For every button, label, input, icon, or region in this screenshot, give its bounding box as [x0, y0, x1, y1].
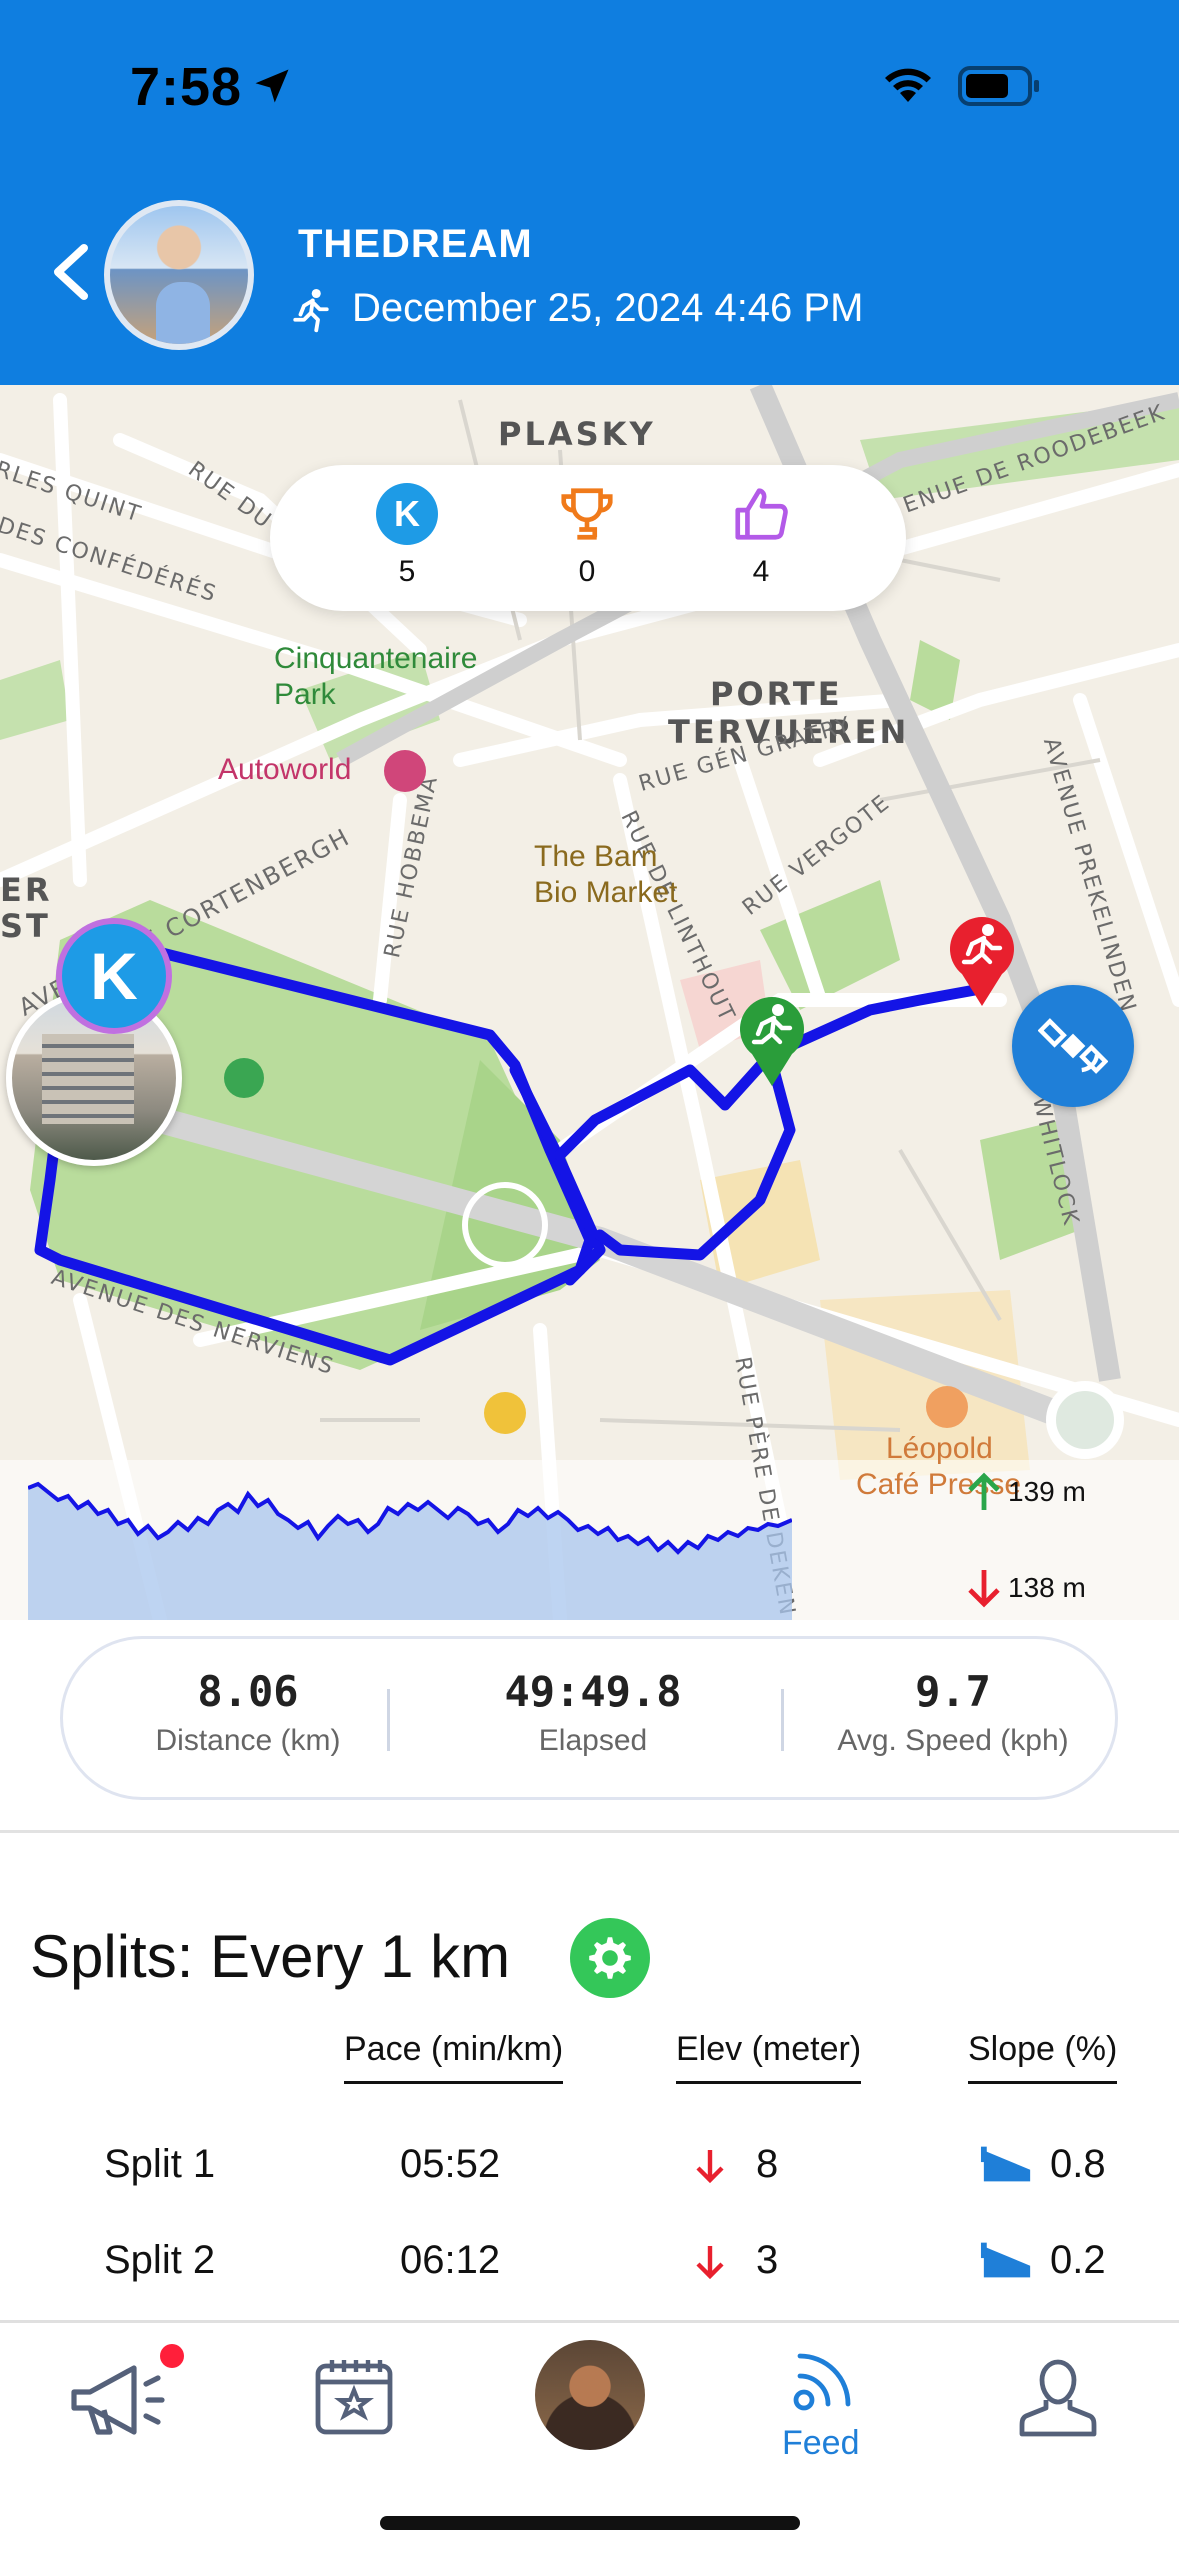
- feed-rss-icon[interactable]: [788, 2346, 858, 2416]
- activity-date: December 25, 2024 4:46 PM: [352, 286, 864, 330]
- elapsed-value: 49:49.8: [504, 1667, 682, 1716]
- location-arrow-icon: [255, 69, 289, 103]
- kudos-count: 5: [398, 555, 416, 588]
- map-stats-pill: K 5 0 4: [270, 465, 906, 611]
- profile-avatar-tab[interactable]: [535, 2340, 645, 2450]
- activity-header: 7:58 THEDREAM December 25, 2024 4:46 PM: [0, 0, 1179, 385]
- trophy-stat[interactable]: 0: [542, 483, 632, 589]
- calendar-star-icon[interactable]: [312, 2354, 396, 2438]
- tab-feed-label[interactable]: Feed: [782, 2424, 860, 2463]
- poi-autoworld[interactable]: Autoworld: [218, 753, 351, 787]
- splits-settings-button[interactable]: [570, 1918, 650, 1998]
- person-icon[interactable]: [1016, 2354, 1100, 2440]
- trophy-icon: [561, 488, 613, 540]
- elevation-high: 139 m: [1008, 1476, 1086, 1507]
- elapsed-label: Elapsed: [538, 1724, 648, 1757]
- user-avatar[interactable]: [104, 200, 254, 350]
- split-pace: 05:52: [400, 2142, 501, 2186]
- status-time: 7:58: [130, 57, 243, 117]
- route-map[interactable]: PLASKY PORTE TERVUEREN RLES QUINT RUE DU…: [0, 385, 1179, 1620]
- split-elev: 3: [756, 2238, 779, 2282]
- column-header-elev: Elev (meter): [676, 2030, 862, 2084]
- start-runner-pin-icon[interactable]: [732, 990, 812, 1090]
- trophy-count: 0: [578, 555, 596, 588]
- back-chevron-icon[interactable]: [48, 242, 92, 302]
- notification-dot: [160, 2344, 184, 2368]
- elevation-low: 138 m: [1008, 1572, 1086, 1603]
- distance-label: Distance (km): [155, 1724, 341, 1757]
- slope-down-icon: [980, 2242, 1031, 2278]
- split-row: Split 1 05:52 8 0.8: [0, 2142, 1179, 2222]
- elevation-down-arrow-icon: [696, 2246, 724, 2280]
- likes-stat[interactable]: 4: [716, 483, 806, 589]
- split-slope: 0.2: [1050, 2238, 1106, 2282]
- poi-barn-1[interactable]: The Barn: [534, 840, 657, 874]
- wifi-icon: [885, 68, 931, 102]
- thumbs-up-icon: [735, 488, 788, 540]
- megaphone-icon[interactable]: [66, 2356, 170, 2446]
- k-marker[interactable]: K: [56, 918, 172, 1034]
- split-pace: 06:12: [400, 2238, 501, 2282]
- poi-park-1[interactable]: Cinquantenaire: [274, 642, 477, 676]
- summary-divider: [387, 1689, 390, 1751]
- distance-stat: 8.06 Distance (km): [113, 1667, 383, 1758]
- split-slope: 0.8: [1050, 2142, 1106, 2186]
- home-indicator: [380, 2516, 800, 2530]
- elapsed-stat: 49:49.8 Elapsed: [423, 1667, 763, 1758]
- cafe-cup-icon: [926, 1386, 968, 1428]
- park-pin-icon: [224, 1058, 264, 1098]
- speed-stat: 9.7 Avg. Speed (kph): [803, 1667, 1103, 1758]
- speed-value: 9.7: [915, 1667, 991, 1716]
- section-divider: [0, 1830, 1179, 1833]
- battery-icon: [958, 66, 1039, 106]
- splits-title: Splits: Every 1 km: [30, 1923, 511, 1990]
- map-label-porte: PORTE: [710, 675, 843, 713]
- likes-count: 4: [752, 555, 770, 588]
- summary-divider: [781, 1689, 784, 1751]
- map-label-er: ER: [0, 871, 53, 909]
- satellite-toggle-button[interactable]: [1012, 985, 1134, 1107]
- market-basket-icon: [484, 1392, 526, 1434]
- slope-down-icon: [980, 2146, 1031, 2182]
- poi-barn-2[interactable]: Bio Market: [534, 876, 677, 910]
- elevation-profile-chart: [28, 1481, 792, 1620]
- gear-icon: [589, 1937, 631, 1979]
- museum-icon: [384, 750, 426, 792]
- running-icon: [293, 288, 329, 333]
- map-label-st: ST: [0, 907, 51, 945]
- elevation-down-arrow-icon: [696, 2150, 724, 2184]
- speed-label: Avg. Speed (kph): [837, 1724, 1069, 1757]
- split-row: Split 2 06:12 3 0.2: [0, 2238, 1179, 2318]
- elevation-down-arrow-icon: [968, 1570, 1000, 1608]
- elevation-up-arrow-icon: [968, 1472, 1000, 1510]
- split-name: Split 1: [104, 2142, 216, 2186]
- map-label-plasky: PLASKY: [498, 415, 656, 453]
- satellite-icon: [1038, 1018, 1108, 1074]
- split-elev: 8: [756, 2142, 779, 2186]
- k-badge-icon: K: [376, 483, 438, 545]
- kudos-stat[interactable]: K 5: [362, 483, 452, 589]
- split-name: Split 2: [104, 2238, 216, 2282]
- poi-leopold-1[interactable]: Léopold: [886, 1432, 993, 1466]
- user-name[interactable]: THEDREAM: [298, 222, 533, 267]
- activity-summary: 8.06 Distance (km) 49:49.8 Elapsed 9.7 A…: [60, 1636, 1118, 1800]
- column-header-pace: Pace (min/km): [344, 2030, 564, 2084]
- poi-park-2[interactable]: Park: [274, 678, 336, 712]
- column-header-slope: Slope (%): [968, 2030, 1118, 2084]
- finish-runner-pin-icon[interactable]: [942, 910, 1022, 1010]
- distance-value: 8.06: [197, 1667, 299, 1716]
